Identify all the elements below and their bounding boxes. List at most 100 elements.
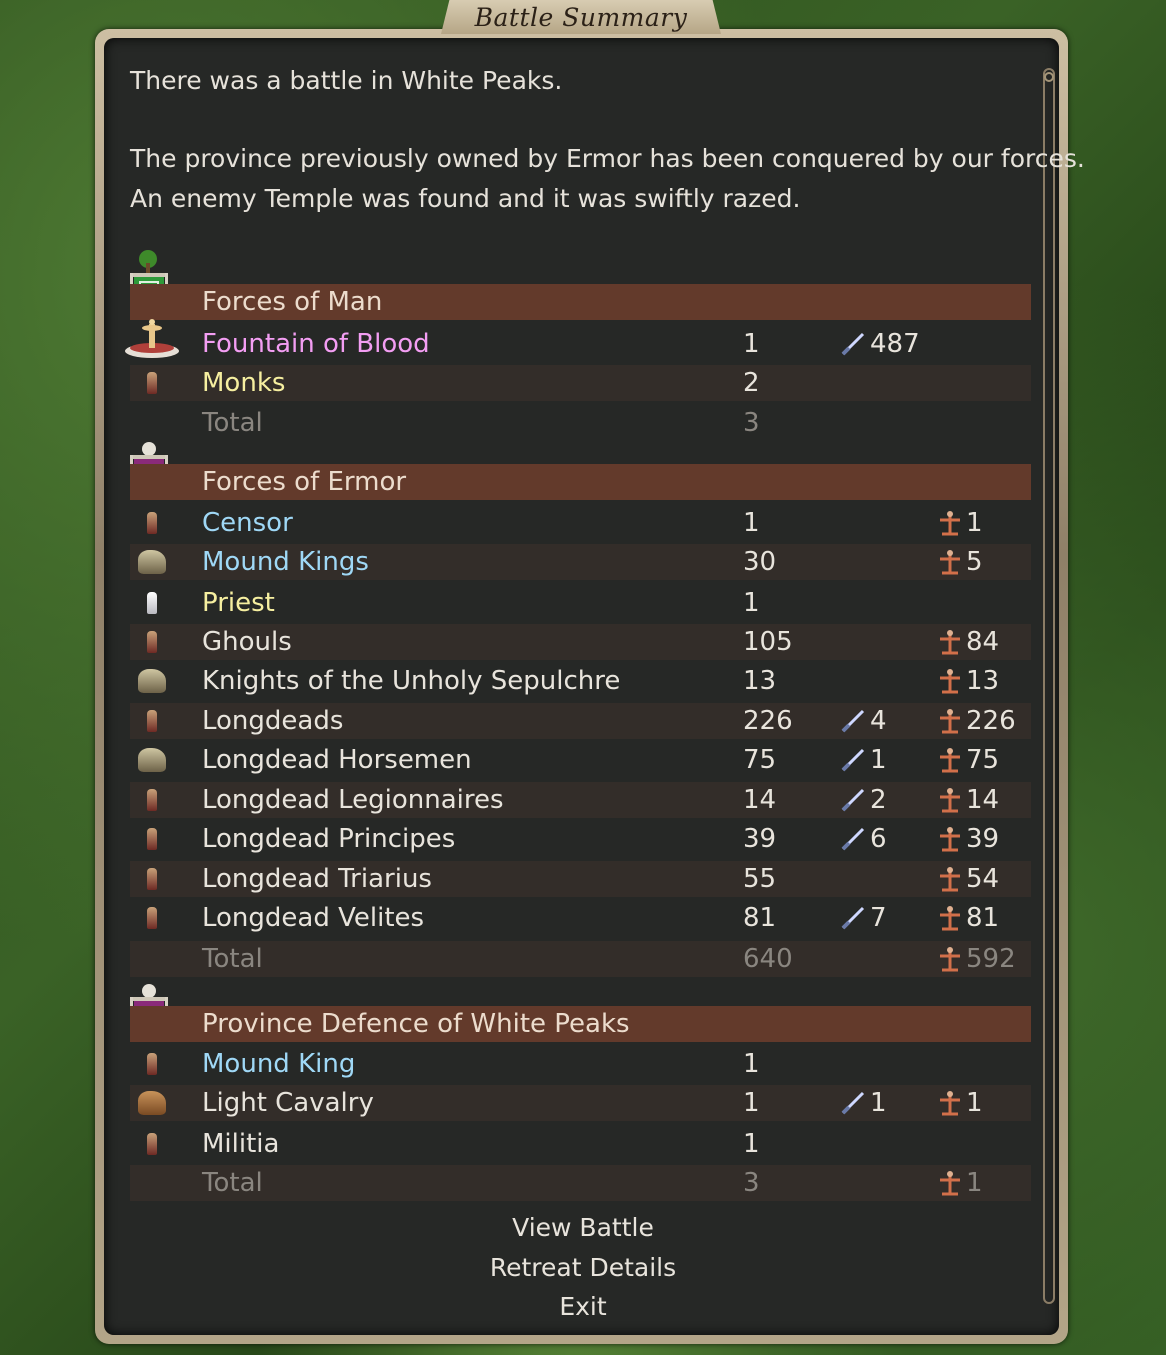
- priest-icon: [132, 585, 172, 621]
- unit-count: 2: [743, 368, 760, 398]
- unit-row[interactable]: Longdead Velites 81 7 81: [130, 900, 1031, 936]
- unit-kills: 1: [840, 742, 887, 778]
- unit-count: 1: [743, 1088, 760, 1118]
- unit-name: Longdead Horsemen: [202, 745, 472, 775]
- total-label: Total: [202, 1168, 263, 1198]
- unit-count: 1: [743, 508, 760, 538]
- fallen-soldier-icon: [940, 1171, 960, 1196]
- unit-row[interactable]: Mound King 1: [130, 1046, 1031, 1082]
- fallen-soldier-icon: [940, 947, 960, 972]
- unit-row[interactable]: Mound Kings 30 5: [130, 544, 1031, 580]
- unit-row[interactable]: Fountain of Blood 1 487: [130, 326, 1031, 362]
- unit-row[interactable]: Monks 2: [130, 365, 1031, 401]
- scrollbar[interactable]: [1043, 68, 1055, 1304]
- unit-count: 1: [743, 1129, 760, 1159]
- unit-lost: 226: [938, 703, 1016, 739]
- unit-kills: 7: [840, 900, 887, 936]
- fallen-soldier-icon: [940, 1091, 960, 1116]
- dialog-title-tab: Battle Summary: [441, 0, 721, 34]
- horseman-icon: [132, 742, 172, 778]
- unit-name: Longdeads: [202, 706, 344, 736]
- view-battle-button[interactable]: View Battle: [0, 1210, 1166, 1246]
- unit-lost: 1: [938, 505, 983, 541]
- unit-lost: 39: [938, 821, 999, 857]
- unit-row[interactable]: Knights of the Unholy Sepulchre 13 13: [130, 663, 1031, 699]
- mounted-king-icon: [132, 544, 172, 580]
- unit-count: 1: [743, 588, 760, 618]
- unit-row[interactable]: Longdead Principes 39 6 39: [130, 821, 1031, 857]
- fallen-soldier-icon: [940, 630, 960, 655]
- fallen-soldier-icon: [940, 709, 960, 734]
- section-header-forces-of-ermor: Forces of Ermor: [130, 464, 1031, 500]
- unit-name: Mound King: [202, 1049, 356, 1079]
- unit-row[interactable]: Longdeads 226 4 226: [130, 703, 1031, 739]
- retreat-details-button[interactable]: Retreat Details: [0, 1250, 1166, 1286]
- battle-location-text: There was a battle in White Peaks.: [130, 66, 563, 95]
- unit-name: Ghouls: [202, 627, 292, 657]
- principes-icon: [132, 821, 172, 857]
- knight-icon: [132, 663, 172, 699]
- unit-count: 105: [743, 627, 793, 657]
- unit-row[interactable]: Militia 1: [130, 1126, 1031, 1162]
- fallen-soldier-icon: [940, 827, 960, 852]
- unit-lost: 81: [938, 900, 999, 936]
- unit-row[interactable]: Ghouls 105 84: [130, 624, 1031, 660]
- unit-row[interactable]: Censor 1 1: [130, 505, 1031, 541]
- unit-lost: 13: [938, 663, 999, 699]
- unit-kills: 2: [840, 782, 887, 818]
- unit-count: 1: [743, 1049, 760, 1079]
- unit-count: 39: [743, 824, 777, 854]
- fallen-soldier-icon: [940, 669, 960, 694]
- unit-name: Mound Kings: [202, 547, 369, 577]
- sword-icon: [841, 1091, 865, 1115]
- ghoul-icon: [132, 624, 172, 660]
- fallen-soldier-icon: [940, 511, 960, 536]
- unit-lost: 5: [938, 544, 983, 580]
- total-row: Total 640 592: [130, 941, 1031, 977]
- total-row: Total 3: [130, 405, 1031, 441]
- unit-count: 30: [743, 547, 777, 577]
- section-header-province-defence: Province Defence of White Peaks: [130, 1006, 1031, 1042]
- unit-kills: 6: [840, 821, 887, 857]
- unit-count: 1: [743, 329, 760, 359]
- total-label: Total: [202, 408, 263, 438]
- unit-row[interactable]: Longdead Horsemen 75 1 75: [130, 742, 1031, 778]
- unit-row[interactable]: Light Cavalry 1 1 1: [130, 1085, 1031, 1121]
- section-title: Province Defence of White Peaks: [202, 1009, 630, 1039]
- fallen-soldier-icon: [940, 550, 960, 575]
- unit-row[interactable]: Priest 1: [130, 585, 1031, 621]
- sword-icon: [841, 332, 865, 356]
- total-label: Total: [202, 944, 263, 974]
- censor-icon: [132, 505, 172, 541]
- unit-count: 14: [743, 785, 777, 815]
- fallen-soldier-icon: [940, 867, 960, 892]
- scrollbar-handle[interactable]: [1044, 72, 1054, 82]
- unit-name: Knights of the Unholy Sepulchre: [202, 666, 621, 696]
- temple-razed-text: An enemy Temple was found and it was swi…: [130, 184, 801, 213]
- unit-name: Censor: [202, 508, 293, 538]
- section-header-forces-of-man: Forces of Man: [130, 284, 1031, 320]
- unit-kills: 1: [840, 1085, 887, 1121]
- sword-icon: [841, 748, 865, 772]
- sword-icon: [841, 709, 865, 733]
- total-lost: 1: [938, 1165, 983, 1201]
- unit-row[interactable]: Longdead Triarius 55 54: [130, 861, 1031, 897]
- light-cavalry-icon: [132, 1085, 172, 1121]
- total-count: 640: [743, 944, 793, 974]
- unit-count: 55: [743, 864, 777, 894]
- militia-icon: [132, 1126, 172, 1162]
- unit-name: Priest: [202, 588, 275, 618]
- total-lost: 592: [938, 941, 1016, 977]
- sword-icon: [841, 788, 865, 812]
- total-count: 3: [743, 408, 760, 438]
- unit-name: Monks: [202, 368, 286, 398]
- unit-name: Light Cavalry: [202, 1088, 374, 1118]
- unit-count: 13: [743, 666, 777, 696]
- dialog-title: Battle Summary: [474, 2, 688, 32]
- exit-button[interactable]: Exit: [0, 1289, 1166, 1325]
- unit-row[interactable]: Longdead Legionnaires 14 2 14: [130, 782, 1031, 818]
- unit-count: 226: [743, 706, 793, 736]
- legionnaire-icon: [132, 782, 172, 818]
- unit-lost: 14: [938, 782, 999, 818]
- triarius-icon: [132, 861, 172, 897]
